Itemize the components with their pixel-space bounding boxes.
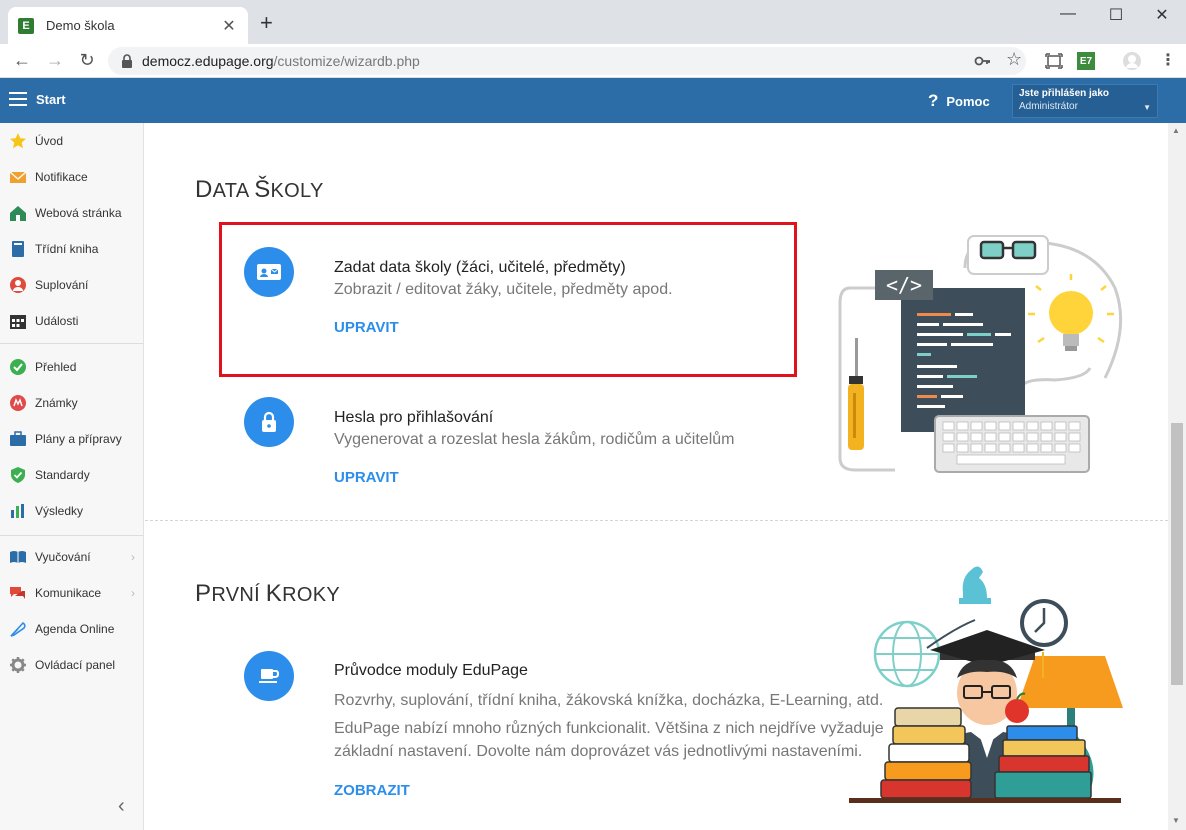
chevron-right-icon: ›: [131, 586, 135, 600]
sidebar-item-uvod[interactable]: Úvod: [0, 123, 143, 159]
user-role: Administrátor: [1019, 101, 1078, 112]
sidebar-item-plany-a-pripravy[interactable]: Plány a přípravy: [0, 421, 143, 457]
sidebar-item-komunikace[interactable]: Komunikace ›: [0, 575, 143, 611]
back-arrow-icon[interactable]: ←: [11, 50, 33, 71]
tab-close-icon[interactable]: ✕: [220, 16, 238, 36]
item-title-zadat-data: Zadat data školy (žáci, učitelé, předmět…: [334, 259, 626, 276]
maximize-icon[interactable]: ☐: [1106, 5, 1126, 25]
section-title-prvni-kroky: PRVNÍ KROKY: [195, 580, 340, 607]
sidebar-item-tridni-kniha[interactable]: Třídní kniha: [0, 231, 143, 267]
sidebar-item-notifikace[interactable]: Notifikace: [0, 159, 143, 195]
key-icon[interactable]: [974, 53, 992, 69]
open-book-icon: [10, 551, 26, 563]
substitute-person-icon: [10, 277, 26, 293]
browser-address-bar: ← → ↻ democz.edupage.org/customize/wizar…: [0, 44, 1186, 78]
hamburger-menu-icon[interactable]: [9, 92, 27, 106]
app-title[interactable]: Start: [36, 92, 66, 107]
sidebar-item-vyucovani[interactable]: Vyučování ›: [0, 539, 143, 575]
graduate-illustration: [849, 566, 1123, 803]
question-icon: ?: [928, 91, 939, 110]
item-desc-hesla: Vygenerovat a rozeslat hesla žákům, rodi…: [334, 431, 735, 448]
upravit-hesla-link[interactable]: UPRAVIT: [334, 469, 399, 486]
check-circle-icon: [10, 359, 26, 375]
sidebar-divider: [0, 535, 143, 536]
code-tag-text: </>: [886, 273, 922, 297]
url-path: /customize/wizardb.php: [273, 53, 420, 69]
feather-icon: [10, 621, 26, 637]
lock-icon: [122, 54, 132, 68]
gear-icon: [10, 657, 26, 673]
sidebar-item-webova-stranka[interactable]: Webová stránka: [0, 195, 143, 231]
dropdown-caret-icon: ▼: [1143, 103, 1151, 112]
zobrazit-link[interactable]: ZOBRAZIT: [334, 782, 410, 799]
reload-icon[interactable]: ↻: [76, 50, 98, 71]
sidebar-item-ovladaci-panel[interactable]: Ovládací panel: [0, 647, 143, 683]
user-dropdown[interactable]: Jste přihlášen jako Administrátor ▼: [1012, 84, 1158, 118]
logged-in-as-label: Jste přihlášen jako: [1019, 88, 1110, 99]
grades-icon: [10, 395, 26, 411]
sidebar-item-standardy[interactable]: Standardy: [0, 457, 143, 493]
sidebar-item-znamky[interactable]: Známky: [0, 385, 143, 421]
scroll-up-arrow-icon[interactable]: ▲: [1172, 126, 1180, 135]
profile-avatar-icon[interactable]: [1122, 51, 1142, 71]
house-icon: [10, 206, 26, 221]
envelope-icon: [9, 171, 27, 183]
sidebar-item-suplovani[interactable]: Suplování: [0, 267, 143, 303]
chevron-right-icon: ›: [131, 550, 135, 564]
new-tab-icon[interactable]: +: [260, 12, 273, 34]
window-close-icon[interactable]: ✕: [1152, 5, 1172, 25]
item-desc-zadat-data: Zobrazit / editovat žáky, učitele, předm…: [334, 281, 673, 298]
item-title-pruvodce: Průvodce moduly EduPage: [334, 662, 528, 679]
bar-chart-icon: [11, 504, 24, 518]
bookmark-star-icon[interactable]: ☆: [1006, 49, 1022, 70]
browser-tab[interactable]: E Demo škola ✕: [8, 7, 248, 44]
minimize-icon[interactable]: —: [1058, 5, 1078, 23]
collapse-sidebar-icon[interactable]: ‹: [118, 795, 125, 818]
briefcase-icon: [10, 431, 26, 446]
forward-arrow-icon[interactable]: →: [44, 50, 66, 71]
browser-tab-bar: E Demo škola ✕ + — ☐ ✕: [0, 0, 1186, 44]
app-header: Start ? Pomoc Jste přihlášen jako Admini…: [0, 78, 1186, 123]
item-desc-pruvodce-1: Rozvrhy, suplování, třídní kniha, žákovs…: [334, 692, 884, 709]
chat-icon: [10, 587, 25, 599]
scrollbar-thumb[interactable]: [1171, 423, 1183, 685]
section-title-data-skoly: DATA ŠKOLY: [195, 176, 324, 203]
item-desc-pruvodce-2: EduPage nabízí mnoho různých funkcionali…: [334, 720, 884, 760]
scroll-down-arrow-icon[interactable]: ▼: [1172, 816, 1180, 825]
sidebar-item-udalosti[interactable]: Události: [0, 303, 143, 339]
section-divider: [145, 520, 1168, 521]
star-icon: [10, 133, 26, 149]
sidebar: Úvod Notifikace Webová stránka Třídní kn…: [0, 123, 144, 830]
padlock-icon: [244, 397, 294, 447]
sidebar-item-agenda-online[interactable]: Agenda Online: [0, 611, 143, 647]
help-label: Pomoc: [946, 93, 990, 109]
sidebar-divider: [0, 343, 143, 344]
url-field[interactable]: democz.edupage.org/customize/wizardb.php: [108, 47, 1026, 75]
sidebar-item-prehled[interactable]: Přehled: [0, 349, 143, 385]
coffee-cup-icon: [244, 651, 294, 701]
main-content: DATA ŠKOLY Zadat data školy (žáci, učite…: [145, 123, 1168, 830]
screen-capture-icon[interactable]: [1045, 52, 1063, 70]
id-card-icon: [244, 247, 294, 297]
shield-check-icon: [11, 467, 25, 483]
coding-illustration: </>: [838, 235, 1123, 473]
edupage-favicon-icon: E: [18, 17, 34, 34]
tab-title: Demo škola: [46, 18, 115, 33]
upravit-data-link[interactable]: UPRAVIT: [334, 319, 399, 336]
edupage-extension-icon[interactable]: E7: [1077, 52, 1095, 70]
calendar-icon: [10, 315, 26, 329]
browser-menu-icon[interactable]: ⋮: [1160, 50, 1176, 70]
help-button[interactable]: ? Pomoc: [928, 91, 990, 111]
book-icon: [12, 241, 24, 257]
url-host: democz.edupage.org: [142, 53, 274, 69]
sidebar-item-vysledky[interactable]: Výsledky: [0, 493, 143, 529]
item-title-hesla: Hesla pro přihlašování: [334, 409, 494, 426]
